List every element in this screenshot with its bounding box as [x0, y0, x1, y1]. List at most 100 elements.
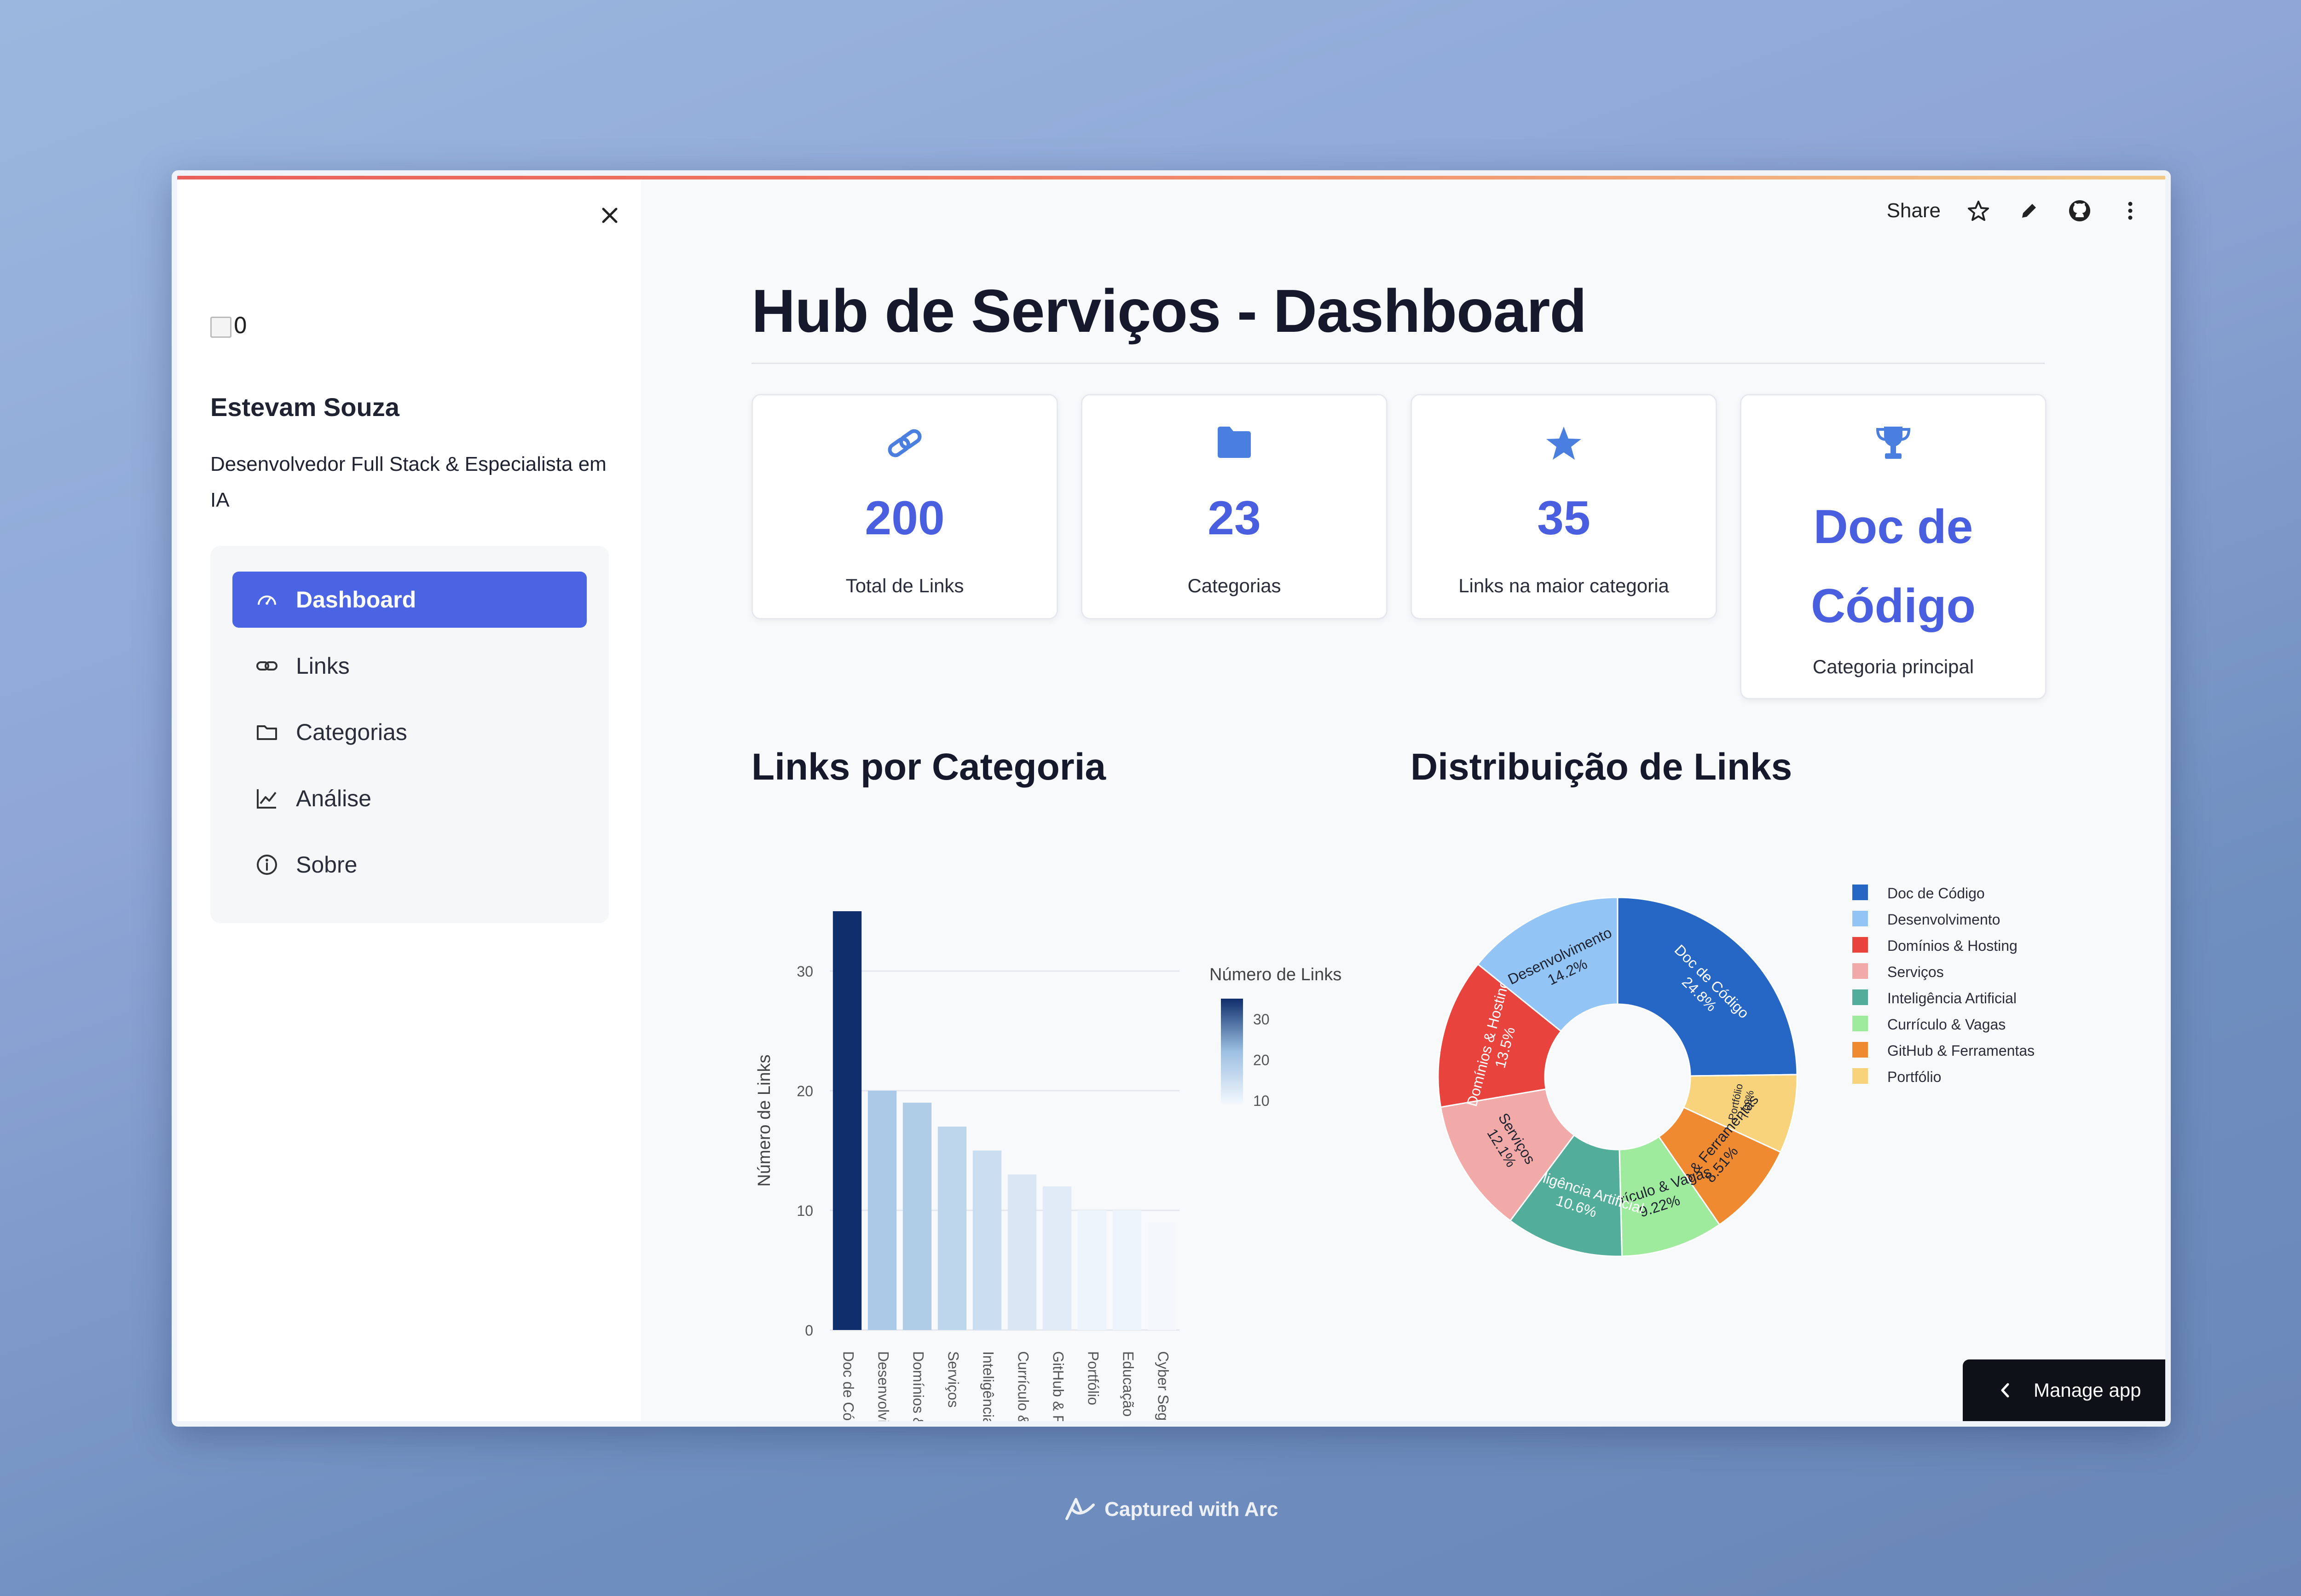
legend-label: Domínios & Hosting [1887, 937, 2018, 954]
bar [1077, 1210, 1107, 1330]
bar [937, 1127, 967, 1330]
legend-label: Portfólio [1887, 1069, 1941, 1085]
star-icon [1412, 425, 1716, 462]
colorbar-tick-label: 20 [1253, 1052, 1270, 1069]
nav-item-label: Categorias [296, 719, 407, 745]
metric-value-line2: Código [1810, 579, 1976, 633]
app-window: 0 Estevam Souza Desenvolvedor Full Stack… [172, 170, 2171, 1427]
nav-item-sobre[interactable]: Sobre [232, 837, 587, 893]
metric-value: 23 [1208, 492, 1261, 545]
legend-label: Serviços [1887, 964, 1944, 980]
manage-app-label: Manage app [2034, 1379, 2141, 1401]
folder-icon [254, 720, 279, 745]
github-icon[interactable] [2067, 198, 2093, 224]
line-chart-icon [254, 786, 279, 811]
y-tick-label: 30 [797, 963, 813, 980]
legend-label: Desenvolvimento [1887, 911, 2000, 928]
x-tick-label: Educação [1120, 1351, 1137, 1417]
page-title: Hub de Serviços - Dashboard [752, 277, 1587, 345]
metric-card-maior-categoria: 35 Links na maior categoria [1411, 394, 1717, 619]
bar-chart[interactable]: 0 10 20 30 Doc de Código Desenvolvimento Domín… [752, 870, 1387, 1427]
bar [1007, 1174, 1037, 1330]
legend-swatch [1852, 1042, 1868, 1058]
captured-with-arc-watermark: Captured with Arc [1063, 1496, 1278, 1523]
x-tick-label: Inteligência Artificial [980, 1351, 997, 1427]
window-top-accent-line [177, 176, 2165, 179]
bar [972, 1151, 1002, 1330]
nav-item-categorias[interactable]: Categorias [232, 704, 587, 760]
legend-label: Currículo & Vagas [1887, 1016, 2006, 1033]
more-vertical-icon[interactable] [2117, 198, 2143, 224]
bar-chart-title: Links por Categoria [752, 746, 1106, 788]
nav-item-dashboard[interactable]: Dashboard [232, 572, 587, 628]
legend-swatch [1852, 1068, 1868, 1084]
link-icon [254, 653, 279, 678]
legend-swatch [1852, 989, 1868, 1005]
x-tick-label: Desenvolvimento [875, 1351, 892, 1427]
metric-value: Doc de Código [1741, 487, 2045, 646]
legend-swatch [1852, 911, 1868, 926]
chevron-left-icon [2001, 1383, 2009, 1398]
star-icon[interactable] [1966, 198, 1991, 224]
link-icon [753, 425, 1057, 462]
donut-chart[interactable]: Doc de Código24.8%Portfólio7.09%GitHub &… [1411, 870, 2055, 1330]
y-tick-label: 0 [805, 1322, 813, 1339]
bar [867, 1091, 897, 1330]
navigation-menu: Dashboard Links Categorias Análise Sobre [210, 546, 609, 923]
user-name: Estevam Souza [210, 393, 399, 422]
metric-label: Categoria principal [1812, 656, 1974, 677]
title-divider [752, 363, 2045, 364]
x-tick-label: Currículo & Vagas [1015, 1351, 1032, 1427]
nav-item-analise[interactable]: Análise [232, 770, 587, 827]
metric-card-categoria-principal: Doc de Código Categoria principal [1740, 394, 2047, 700]
dashboard-gauge-icon [254, 587, 279, 612]
bar [1147, 1222, 1177, 1330]
colorbar-tick-label: 30 [1253, 1011, 1270, 1028]
user-description: Desenvolvedor Full Stack & Especialista … [210, 453, 607, 511]
metric-label: Total de Links [845, 575, 964, 596]
bar [902, 1103, 932, 1330]
nav-item-label: Dashboard [296, 587, 416, 613]
top-toolbar: Share [1887, 198, 2143, 224]
sidebar: 0 Estevam Souza Desenvolvedor Full Stack… [177, 179, 641, 1421]
nav-item-label: Links [296, 653, 350, 679]
metric-card-categorias: 23 Categorias [1081, 394, 1388, 619]
colorbar-tick-label: 10 [1253, 1093, 1270, 1109]
main-content: Share Hub de Serviços - Dashboard 200 To… [641, 179, 2165, 1421]
broken-image-icon [210, 317, 231, 338]
pie-chart-title: Distribuição de Links [1411, 746, 1792, 788]
x-tick-label: Cyber Segurança [1155, 1351, 1172, 1427]
pencil-icon[interactable] [2016, 198, 2042, 224]
legend-label: Inteligência Artificial [1887, 990, 2017, 1006]
metric-value: 200 [865, 492, 945, 545]
legend-swatch [1852, 963, 1868, 979]
x-tick-label: Domínios & Hosting [910, 1351, 927, 1427]
legend-swatch [1852, 937, 1868, 953]
nav-item-links[interactable]: Links [232, 638, 587, 694]
nav-item-label: Análise [296, 786, 371, 811]
share-button[interactable]: Share [1887, 199, 1941, 222]
close-sidebar-button[interactable] [591, 197, 628, 234]
trophy-icon [1741, 425, 2045, 462]
manage-app-button[interactable]: Manage app [1963, 1359, 2165, 1421]
legend-swatch [1852, 1016, 1868, 1031]
x-tick-label: Serviços [945, 1351, 962, 1408]
folder-icon [1082, 425, 1386, 460]
bar [1042, 1186, 1072, 1330]
profile-image-alt-text: 0 [233, 313, 248, 339]
metric-value: 35 [1537, 492, 1590, 545]
captured-label: Captured with Arc [1104, 1498, 1278, 1521]
legend-swatch [1852, 885, 1868, 900]
nav-item-label: Sobre [296, 852, 358, 878]
info-icon [254, 852, 279, 877]
arc-logo-icon [1065, 1498, 1095, 1520]
y-tick-label: 10 [797, 1203, 813, 1219]
bar [1112, 1210, 1142, 1330]
x-tick-label: GitHub & Ferramentas [1050, 1351, 1067, 1427]
metric-card-total-links: 200 Total de Links [752, 394, 1058, 619]
x-tick-label: Doc de Código [840, 1351, 857, 1427]
metric-value-line1: Doc de [1813, 500, 1973, 554]
x-tick-label: Portfólio [1085, 1351, 1102, 1405]
y-tick-label: 20 [797, 1083, 813, 1099]
metric-label: Categorias [1187, 575, 1281, 596]
